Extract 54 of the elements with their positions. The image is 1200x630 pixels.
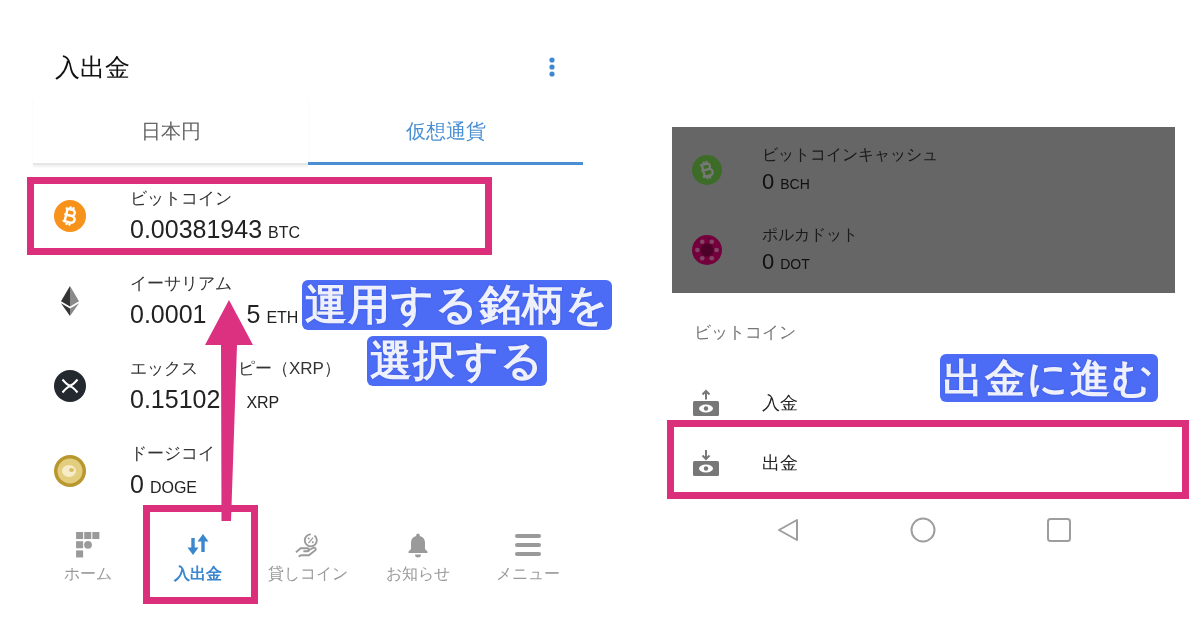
nav-tab[interactable]: 入出金 bbox=[174, 532, 222, 584]
callout-text: 選択する bbox=[367, 336, 547, 386]
coin-name: ビットコインキャッシュ bbox=[762, 145, 938, 165]
balance-amount: 5 bbox=[246, 300, 261, 328]
coin-name: イーサリアム bbox=[130, 273, 232, 295]
currency-unit: DOGE bbox=[149, 478, 198, 498]
coin-list-item[interactable]: ドージコイ 0 DOGE bbox=[54, 443, 215, 498]
tab[interactable]: 日本円 bbox=[33, 99, 308, 165]
coin-name: ビットコイン bbox=[130, 188, 232, 210]
coin-list-item[interactable]: ビットコインキャッシュ 0 BCH bbox=[692, 145, 938, 195]
balance-amount: 0 bbox=[762, 249, 775, 275]
coin-name: エックス bbox=[130, 358, 198, 380]
cross-coin-icon bbox=[54, 369, 86, 402]
bitcoin-icon bbox=[692, 155, 722, 185]
sheet-title: ビットコイン bbox=[694, 322, 796, 344]
coin-name: ピー（XRP） bbox=[238, 358, 341, 380]
balance-amount: 0 bbox=[762, 169, 775, 195]
coin-list-item[interactable]: ポルカドット 0 DOT bbox=[692, 225, 858, 275]
coin-name: ドージコイ bbox=[130, 443, 215, 465]
callout-text: 出金に進む bbox=[940, 354, 1158, 402]
coin-list-item[interactable]: エックス ピー（XRP） 0.15102 XRP bbox=[54, 358, 341, 413]
nav-tab[interactable]: 貸しコイン bbox=[268, 532, 348, 584]
home-icon[interactable] bbox=[909, 517, 936, 543]
bitcoin-icon bbox=[54, 199, 86, 232]
tab[interactable]: 仮想通貨 bbox=[308, 99, 583, 165]
home-grid-icon bbox=[75, 532, 101, 558]
currency-unit: DOT bbox=[780, 255, 810, 273]
coin-list-item[interactable]: ビットコイン 0.00381943 BTC bbox=[54, 188, 301, 243]
back-icon[interactable] bbox=[776, 518, 799, 542]
currency-unit: BTC bbox=[268, 223, 301, 243]
recent-apps-icon[interactable] bbox=[1046, 518, 1071, 542]
sheet-option[interactable]: 入金 bbox=[692, 389, 798, 417]
coin-icon bbox=[54, 454, 86, 487]
balance-amount: 0 bbox=[130, 470, 144, 498]
nav-tab[interactable]: メニュー bbox=[496, 532, 560, 584]
balance-amount: 0.0001 bbox=[130, 300, 207, 328]
currency-unit: ETH bbox=[266, 308, 299, 328]
menu-icon bbox=[515, 532, 541, 558]
coin-list-item[interactable]: イーサリアム 0.0001 5 ETH bbox=[54, 273, 299, 328]
currency-unit: BCH bbox=[780, 175, 810, 193]
nav-tab[interactable]: お知らせ bbox=[386, 532, 450, 584]
kebab-menu-icon[interactable] bbox=[549, 56, 555, 77]
cash-up-arrow-icon bbox=[692, 389, 720, 417]
nav-tab[interactable]: ホーム bbox=[64, 532, 112, 584]
coin-name: ポルカドット bbox=[762, 225, 858, 245]
balance-amount: 0.00381943 bbox=[130, 215, 263, 243]
sheet-option[interactable]: 出金 bbox=[692, 449, 798, 477]
callout-text: 運用する銘柄を bbox=[302, 280, 612, 330]
hand-percent-icon bbox=[295, 532, 321, 558]
dotted-ring-icon bbox=[692, 235, 722, 265]
currency-unit: XRP bbox=[246, 393, 280, 413]
balance-amount: 0.15102 bbox=[130, 385, 221, 413]
cash-down-arrow-icon bbox=[692, 449, 720, 477]
screen-title: 入出金 bbox=[55, 51, 130, 83]
